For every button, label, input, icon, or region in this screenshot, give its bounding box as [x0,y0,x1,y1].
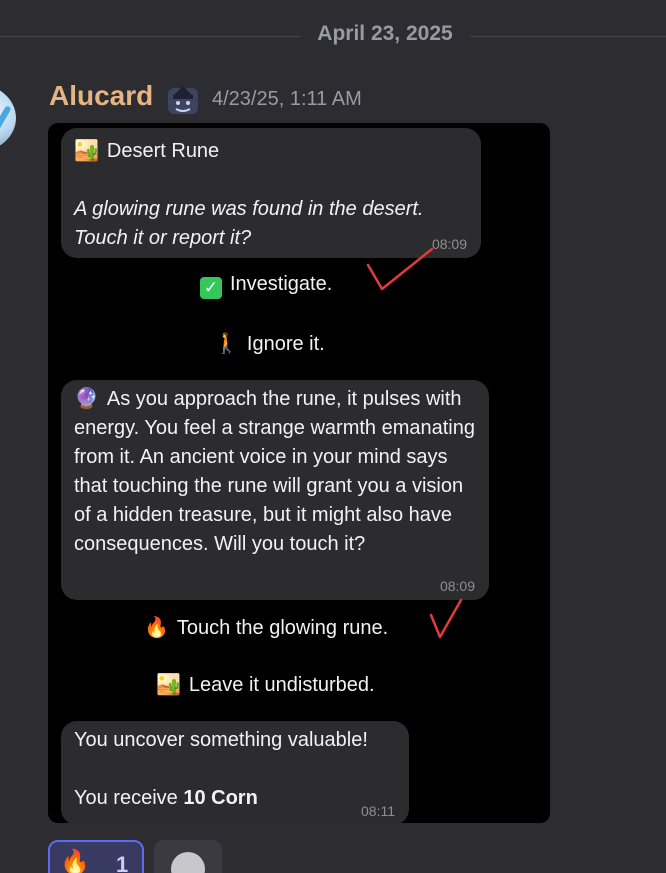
user-badge-icon[interactable] [165,82,201,116]
bubble-body: You uncover something valuable! [74,729,368,751]
reaction-fire[interactable]: 🔥 1 [48,840,144,873]
date-divider-line-left [0,36,300,37]
reward-prefix: You receive [74,787,184,809]
avatar-decoration [0,105,12,143]
check-icon: ✓ [200,277,222,299]
chat-bubble-desert-rune: 🏜️ Desert Rune A glowing rune was found i… [61,128,481,258]
choice-ignore: 🚶 Ignore it. [214,331,325,356]
reward-line: You receive 10 Corn [74,784,396,813]
choice-label: Investigate. [230,273,333,295]
choice-label: Leave it undisturbed. [188,674,375,696]
walking-person-icon: 🚶 [214,333,239,355]
date-divider-line-right [470,36,666,37]
chat-bubble-reward: You uncover something valuable! You rece… [61,721,409,823]
bubble-time: 08:11 [361,803,395,819]
message-timestamp: 4/23/25, 1:11 AM [212,88,362,110]
choice-label: Touch the glowing rune. [176,617,389,639]
username[interactable]: Alucard [49,80,153,112]
bubble-title: 🏜️ Desert Rune [74,137,468,166]
bubble-time: 08:09 [439,578,475,594]
chat-bubble-rune-approach: 🔮 As you approach the rune, it pulses wit… [61,380,489,600]
add-reaction-button[interactable] [154,840,222,873]
choice-leave-rune: 🏜️ Leave it undisturbed. [156,672,375,697]
attached-screenshot[interactable]: 🏜️ Desert Rune A glowing rune was found i… [48,123,550,823]
crystal-ball-icon: 🔮 [74,388,99,410]
chat-view: April 23, 2025 Alucard 4/23/25, 1:11 AM … [0,0,666,873]
choice-touch-rune: 🔥 Touch the glowing rune. [144,615,388,640]
choice-investigate: ✓ Investigate. [200,273,332,299]
red-checkmark-annotation-icon [366,247,434,291]
desert-icon: 🏜️ [156,674,181,696]
avatar[interactable] [0,84,16,152]
reward-amount: 10 Corn [183,787,258,809]
date-divider: April 23, 2025 [317,22,453,45]
bubble-title-text: Desert Rune [106,140,220,162]
fire-icon: 🔥 [60,848,90,873]
red-checkmark-annotation-icon [429,598,463,639]
fire-icon: 🔥 [144,617,169,639]
smiley-add-icon [171,852,205,873]
bubble-body: As you approach the rune, it pulses with… [74,388,475,555]
reaction-count: 1 [116,852,129,873]
desert-icon: 🏜️ [74,140,99,162]
choice-label: Ignore it. [246,333,325,355]
